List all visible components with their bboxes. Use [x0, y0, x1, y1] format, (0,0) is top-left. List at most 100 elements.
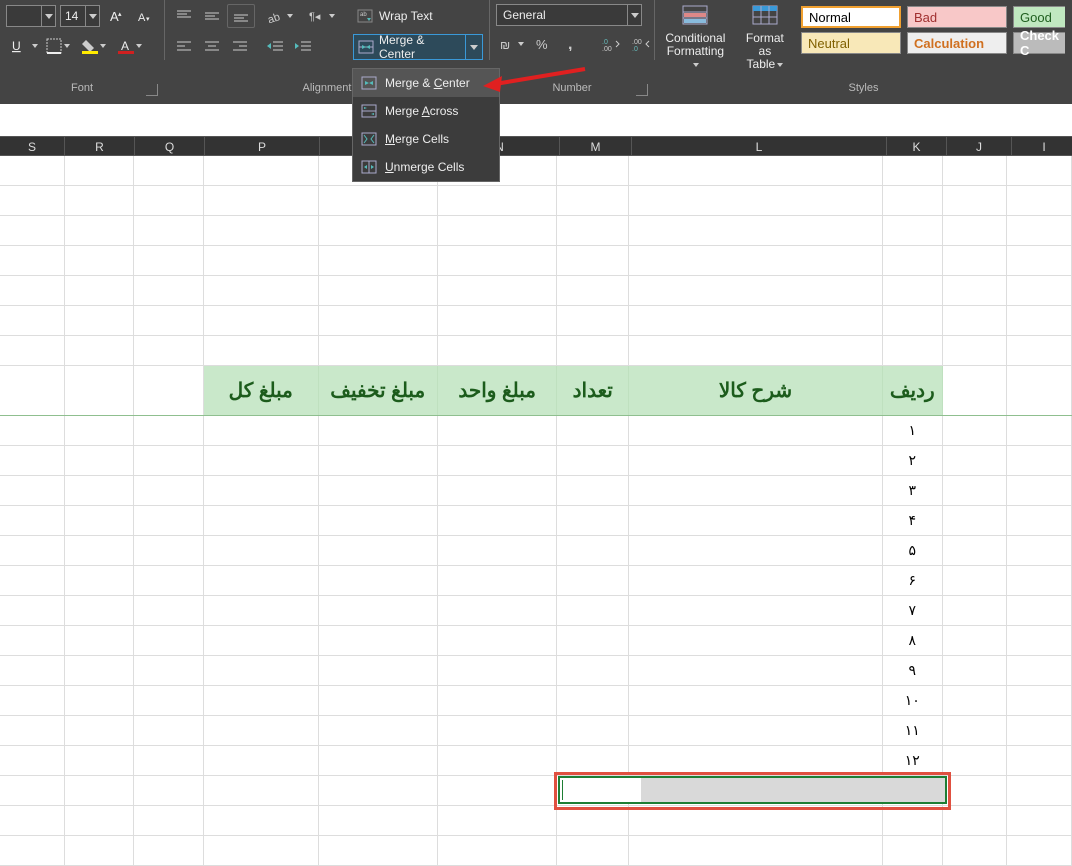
cell[interactable]	[134, 366, 204, 415]
cell[interactable]	[883, 216, 943, 245]
align-left-icon[interactable]	[171, 34, 197, 58]
cell[interactable]	[319, 416, 438, 445]
cell[interactable]	[943, 626, 1008, 655]
cell[interactable]	[65, 566, 135, 595]
cell[interactable]	[65, 836, 135, 865]
cell[interactable]	[1007, 656, 1072, 685]
cell[interactable]	[438, 716, 557, 745]
cell[interactable]: ۱۱	[883, 716, 943, 745]
cell[interactable]	[557, 276, 629, 305]
cell[interactable]	[943, 336, 1008, 365]
align-top-icon[interactable]	[171, 4, 197, 28]
cell[interactable]	[65, 216, 135, 245]
cell[interactable]	[319, 716, 438, 745]
cell[interactable]	[0, 806, 65, 835]
cell[interactable]	[629, 566, 883, 595]
cell[interactable]	[65, 366, 135, 415]
cell[interactable]	[319, 186, 438, 215]
cell[interactable]	[65, 686, 135, 715]
cell[interactable]	[0, 746, 65, 775]
cell[interactable]	[0, 776, 65, 805]
cell[interactable]	[319, 626, 438, 655]
cell[interactable]	[1007, 536, 1072, 565]
cell[interactable]	[319, 806, 438, 835]
cell[interactable]	[629, 216, 883, 245]
cell[interactable]	[0, 446, 65, 475]
cell[interactable]	[204, 596, 318, 625]
number-format-select[interactable]: General	[496, 4, 642, 26]
cell[interactable]	[629, 276, 883, 305]
cell[interactable]	[204, 186, 318, 215]
cell[interactable]	[1007, 366, 1072, 415]
column-header-L[interactable]: L	[632, 137, 887, 155]
column-header-R[interactable]: R	[65, 137, 135, 155]
cell[interactable]	[0, 416, 65, 445]
cell[interactable]	[629, 416, 883, 445]
style-check-cell[interactable]: Check C	[1013, 32, 1065, 54]
cell[interactable]	[1007, 626, 1072, 655]
cell[interactable]	[319, 566, 438, 595]
cell[interactable]	[319, 656, 438, 685]
cell[interactable]	[629, 156, 883, 185]
cell[interactable]: ۸	[883, 626, 943, 655]
cell[interactable]	[943, 246, 1008, 275]
cell[interactable]	[557, 416, 629, 445]
column-header-J[interactable]: J	[947, 137, 1012, 155]
cell[interactable]	[0, 566, 65, 595]
cell[interactable]	[134, 626, 204, 655]
cell[interactable]	[134, 336, 204, 365]
cell[interactable]	[943, 416, 1008, 445]
cell[interactable]	[134, 836, 204, 865]
cell[interactable]	[438, 596, 557, 625]
cell[interactable]	[65, 246, 135, 275]
cell[interactable]	[319, 686, 438, 715]
cell[interactable]	[1007, 806, 1072, 835]
cell[interactable]: شرح کالا	[629, 366, 883, 415]
cell[interactable]	[65, 476, 135, 505]
cell[interactable]	[134, 746, 204, 775]
cell[interactable]	[557, 746, 629, 775]
cell[interactable]	[204, 416, 318, 445]
cell[interactable]	[438, 306, 557, 335]
cell[interactable]	[134, 246, 204, 275]
align-middle-icon[interactable]	[199, 4, 225, 28]
cell[interactable]	[134, 566, 204, 595]
cell[interactable]	[629, 686, 883, 715]
cell[interactable]	[943, 366, 1008, 415]
cell[interactable]	[204, 476, 318, 505]
cell[interactable]	[1007, 216, 1072, 245]
cell[interactable]	[557, 596, 629, 625]
cell[interactable]	[1007, 566, 1072, 595]
cell[interactable]	[438, 536, 557, 565]
align-center-icon[interactable]	[199, 34, 225, 58]
cell[interactable]	[1007, 506, 1072, 535]
cell[interactable]	[0, 476, 65, 505]
cell[interactable]	[943, 186, 1008, 215]
cell[interactable]	[134, 476, 204, 505]
cell[interactable]	[1007, 276, 1072, 305]
cell[interactable]	[319, 476, 438, 505]
cell[interactable]	[204, 306, 318, 335]
cell[interactable]	[438, 416, 557, 445]
cell[interactable]	[883, 306, 943, 335]
cell[interactable]: ۱۲	[883, 746, 943, 775]
cell[interactable]	[65, 806, 135, 835]
column-header-S[interactable]: S	[0, 137, 65, 155]
cell[interactable]	[883, 276, 943, 305]
cell[interactable]	[204, 566, 318, 595]
cell[interactable]: مبلغ تخفیف	[319, 366, 438, 415]
cell[interactable]	[65, 716, 135, 745]
format-as-table-button[interactable]: Format asTable	[734, 2, 796, 74]
cell[interactable]	[0, 336, 65, 365]
cell[interactable]	[438, 806, 557, 835]
cell[interactable]	[629, 806, 883, 835]
cell[interactable]	[943, 156, 1008, 185]
cell[interactable]	[0, 836, 65, 865]
cell[interactable]	[319, 536, 438, 565]
cell[interactable]	[0, 656, 65, 685]
cell[interactable]	[1007, 776, 1072, 805]
cell[interactable]: ۱۰	[883, 686, 943, 715]
cell[interactable]	[65, 186, 135, 215]
menu-merge-cells[interactable]: Merge Cells	[353, 125, 499, 153]
cell[interactable]	[557, 716, 629, 745]
